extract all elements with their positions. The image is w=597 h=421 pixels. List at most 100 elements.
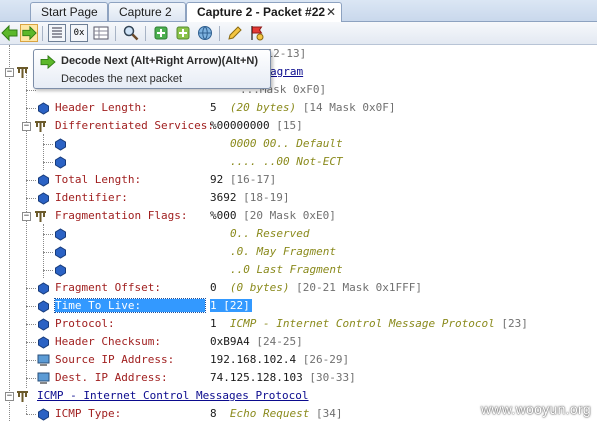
tab-label: Start Page	[41, 5, 98, 19]
toolbar-separator	[115, 26, 116, 41]
decode-next-tooltip: Decode Next (Alt+Right Arrow)(Alt+N) Dec…	[33, 49, 271, 89]
field-label: Header Length:	[55, 101, 148, 114]
bit-description: .0. May Fragment	[230, 245, 336, 258]
field-icon	[55, 138, 66, 151]
field-value: 74.125.128.103 [30-33]	[210, 371, 356, 384]
watermark: www.wooyun.org	[480, 401, 591, 417]
tab-bar: Start Page Capture 2 Capture 2 - Packet …	[0, 0, 597, 22]
tree-row-header-length[interactable]: Header Length: 5 (20 bytes) [14 Mask 0x0…	[0, 99, 597, 117]
tree-connector	[26, 360, 36, 361]
tree-row-total-length[interactable]: Total Length: 92 [16-17]	[0, 171, 597, 189]
tooltip-title: Decode Next (Alt+Right Arrow)(Alt+N)	[61, 55, 258, 67]
tree-row-frag-bit[interactable]: .0. May Fragment	[0, 243, 597, 261]
field-label: Total Length:	[55, 173, 142, 186]
field-icon	[38, 336, 49, 349]
flag-button[interactable]	[248, 24, 266, 42]
field-value: 3692 [18-19]	[210, 191, 290, 204]
decode-next-button[interactable]	[20, 24, 38, 42]
field-label: Fragment Offset:	[55, 281, 161, 294]
tree-row-protocol[interactable]: Protocol: 1 ICMP - Internet Control Mess…	[0, 315, 597, 333]
tree-connector	[26, 198, 36, 199]
tree-connector	[26, 108, 36, 109]
tree-row-diff-services[interactable]: − Differentiated Services: %00000000 [15…	[0, 117, 597, 135]
tree-connector	[26, 180, 36, 181]
tree-row-identifier[interactable]: Identifier: 3692 [18-19]	[0, 189, 597, 207]
tab-capture-2[interactable]: Capture 2	[108, 2, 186, 21]
collapse-toggle-icon[interactable]: −	[5, 392, 14, 401]
field-value: 5 (20 bytes) [14 Mask 0x0F]	[210, 101, 396, 114]
table-view-button[interactable]	[92, 24, 110, 42]
decode-previous-button[interactable]	[1, 24, 19, 42]
bit-description: ..0 Last Fragment	[230, 263, 343, 276]
field-value: %00000000 [15]	[210, 119, 303, 132]
field-icon	[55, 264, 66, 277]
field-value: 8 Echo Request [34]	[210, 407, 343, 420]
table-icon	[93, 26, 109, 40]
tree-row-ttl-selected[interactable]: Time To Live: 1 [22]	[0, 297, 597, 315]
field-value: %000 [20 Mask 0xE0]	[210, 209, 336, 222]
decode-view-button[interactable]	[48, 24, 66, 42]
tree-row-fragment-offset[interactable]: Fragment Offset: 0 (0 bytes) [20-21 Mask…	[0, 279, 597, 297]
pencil-icon	[228, 26, 242, 40]
collapse-toggle-icon[interactable]: −	[22, 212, 31, 221]
expand-all-button[interactable]	[152, 24, 170, 42]
hex-view-label: 0x	[73, 28, 85, 38]
tree-connector	[26, 90, 36, 91]
field-icon	[55, 156, 66, 169]
field-label: Identifier:	[55, 191, 128, 204]
field-icon	[38, 282, 49, 295]
tree-connector	[43, 234, 53, 235]
tree-row-frag-bit[interactable]: ..0 Last Fragment	[0, 261, 597, 279]
tree-connector	[43, 270, 53, 271]
tree-row-checksum[interactable]: Header Checksum: 0xB9A4 [24-25]	[0, 333, 597, 351]
tab-label: Capture 2	[119, 5, 172, 19]
tree-connector	[26, 324, 36, 325]
arrow-right-icon	[40, 55, 56, 69]
list-view-icon	[52, 27, 62, 38]
arrow-left-icon	[1, 24, 18, 42]
tree-connector	[26, 306, 36, 307]
decode-tree[interactable]: IP [12-13] − agram ...Mask 0xF0] Header …	[0, 45, 597, 421]
collapse-all-button[interactable]	[174, 24, 192, 42]
ip-header-label: agram	[270, 65, 304, 78]
tree-row-frag-flags[interactable]: − Fragmentation Flags: %000 [20 Mask 0xE…	[0, 207, 597, 225]
tree-connector	[43, 252, 53, 253]
field-label: Protocol:	[55, 317, 115, 330]
toolbar-separator	[219, 26, 220, 41]
tree-connector	[26, 405, 27, 414]
tree-row-dest-ip[interactable]: Dest. IP Address: 74.125.128.103 [30-33]	[0, 369, 597, 387]
tree-row-source-ip[interactable]: Source IP Address: 192.168.102.4 [26-29]	[0, 351, 597, 369]
network-button[interactable]	[196, 24, 214, 42]
close-tab-icon[interactable]: ✕	[326, 3, 336, 21]
hex-view-button[interactable]: 0x	[70, 24, 88, 42]
tree-connector	[26, 414, 36, 415]
field-label: Fragmentation Flags:	[55, 209, 188, 222]
tree-row-diff-bit[interactable]: 0000 00.. Default	[0, 135, 597, 153]
tree-row-diff-bit[interactable]: .... ..00 Not-ECT	[0, 153, 597, 171]
tree-branch-icon	[17, 67, 28, 78]
icmp-header-label: ICMP - Internet Control Messages Protoco…	[37, 389, 309, 402]
tab-capture-2-packet-22[interactable]: Capture 2 - Packet #22 ✕	[186, 2, 342, 22]
field-icon	[38, 102, 49, 115]
globe-icon	[198, 26, 212, 40]
collapse-toggle-icon[interactable]: −	[5, 68, 14, 77]
field-value: 192.168.102.4 [26-29]	[210, 353, 350, 366]
collapse-toggle-icon[interactable]: −	[22, 122, 31, 131]
tab-label: Capture 2 - Packet #22	[197, 5, 326, 19]
computer-icon	[37, 372, 50, 384]
tree-row-frag-bit[interactable]: 0.. Reserved	[0, 225, 597, 243]
field-label: Header Checksum:	[55, 335, 161, 348]
tree-connector	[26, 342, 36, 343]
field-value: 1 ICMP - Internet Control Message Protoc…	[210, 317, 528, 330]
edit-button[interactable]	[226, 24, 244, 42]
bit-description: 0.. Reserved	[230, 227, 310, 240]
flag-icon	[251, 26, 264, 41]
tab-start-page[interactable]: Start Page	[30, 2, 108, 21]
field-icon	[38, 192, 49, 205]
field-value: 92 [16-17]	[210, 173, 277, 186]
tree-branch-icon	[35, 121, 46, 132]
arrow-right-icon	[22, 25, 37, 41]
field-icon	[55, 228, 66, 241]
find-button[interactable]	[122, 24, 140, 42]
field-label: Time To Live:	[54, 298, 206, 313]
